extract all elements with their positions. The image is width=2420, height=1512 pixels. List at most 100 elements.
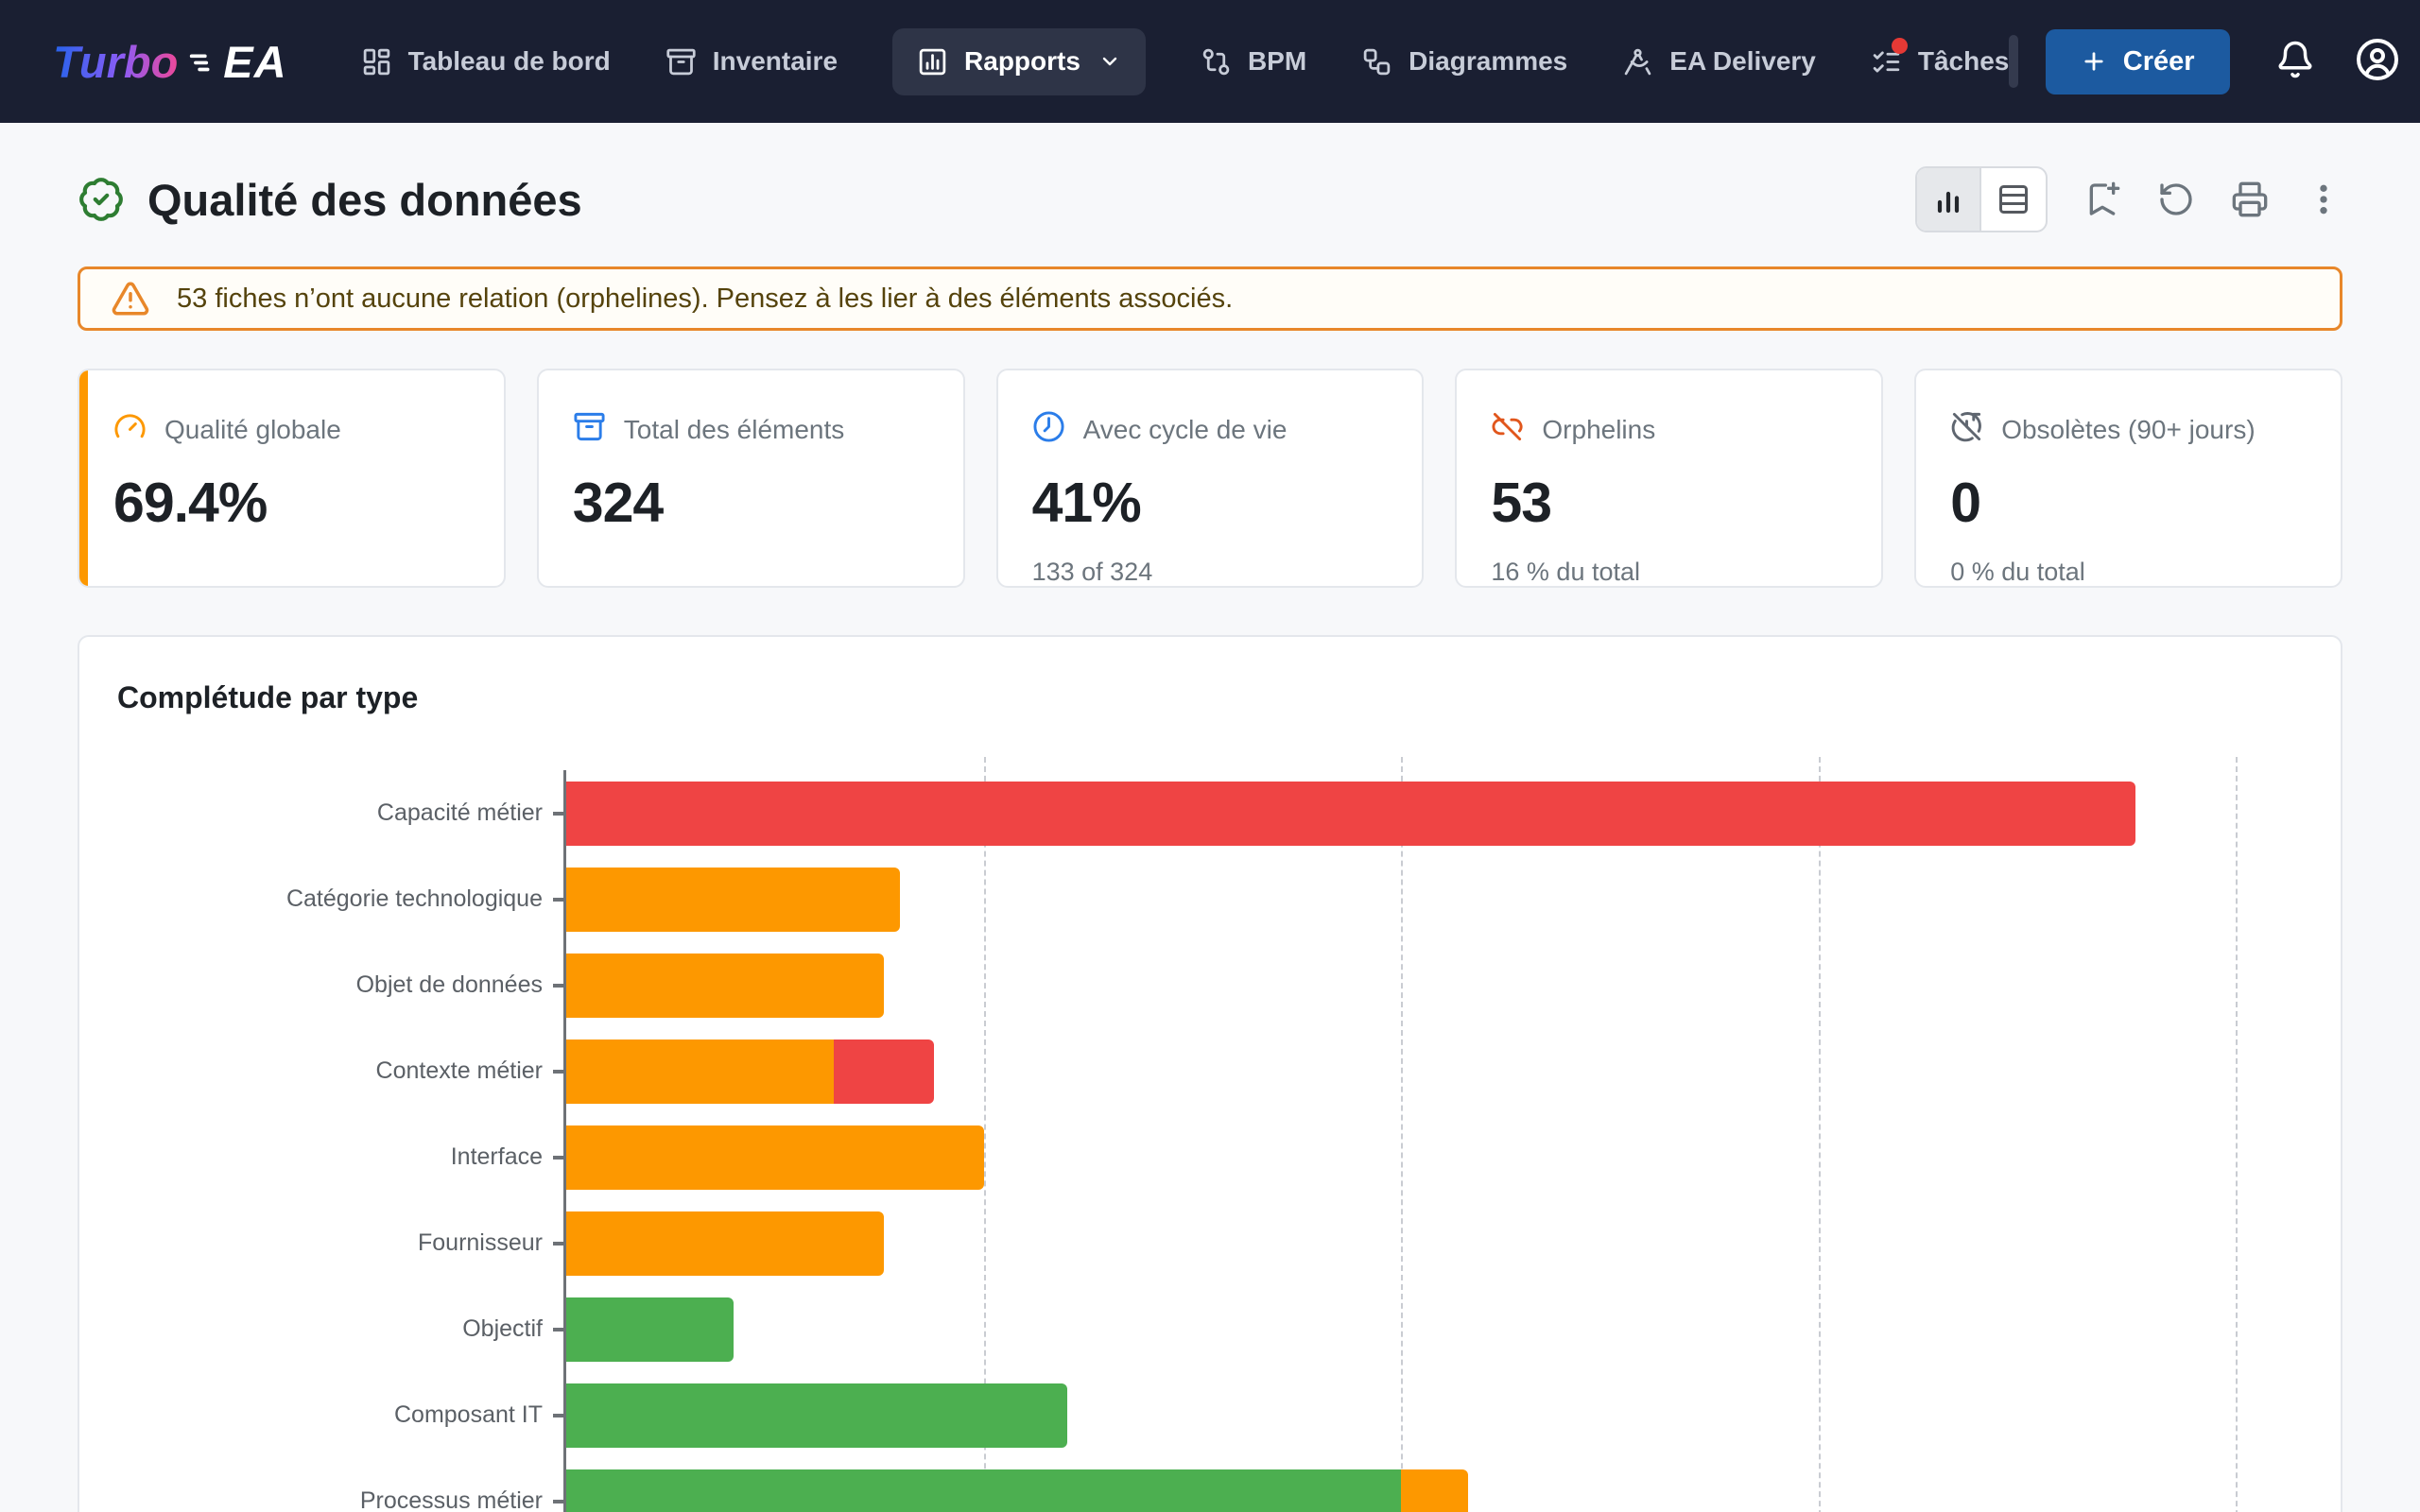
nav-item-taches[interactable]: Tâches [1871,46,2010,77]
completeness-chart-card: Complétude par type Capacité métierCatég… [78,635,2342,1512]
git-compare-icon [1201,46,1232,77]
stat-card-avec-cycle-de-vie: Avec cycle de vie 41% 133 of 324 [996,369,1425,588]
badge-check-icon [78,176,125,223]
navbar-right-cluster: C Créer [2009,29,2399,94]
chart-plot-area [563,770,2303,1512]
nav-item-rapports[interactable]: Rapports [892,28,1146,95]
bar-segment-faible[interactable] [834,1040,934,1104]
bar-segment-bon[interactable] [566,1383,1067,1448]
bar-segment-bon[interactable] [566,1469,1401,1512]
chart-row [566,1114,2303,1200]
nav-item-diagrammes[interactable]: Diagrammes [1361,46,1567,77]
view-toggle [1915,166,2048,232]
top-navbar: Turbo EA Tableau de bord Inventaire Rapp… [0,0,2420,123]
stat-value: 0 [1950,471,2307,535]
bar-chart-icon [1931,182,1965,216]
chart-category-label: Processus métier [117,1458,563,1512]
chart-row [566,1372,2303,1458]
create-button-label: Créer [2123,46,2195,77]
chevron-down-icon [1098,50,1121,73]
stat-value: 53 [1491,471,1847,535]
clock-icon [1032,410,1065,450]
stat-card-total-elements: Total des éléments 324 [537,369,965,588]
nav-label: Tableau de bord [408,46,611,77]
table-rows-icon [1996,182,2031,216]
warning-banner: 53 fiches n’ont aucune relation (orpheli… [78,266,2342,331]
stat-value: 69.4% [113,471,470,535]
printer-icon[interactable] [2231,180,2269,218]
triangle-alert-icon [111,279,150,318]
chart-title: Complétude par type [117,680,2303,715]
nav-label: EA Delivery [1669,46,1816,77]
stat-label: Avec cycle de vie [1083,415,1288,445]
chart-category-label: Capacité métier [117,770,563,856]
page-content: Qualité des données [0,166,2420,1512]
page-toolbar [1915,166,2342,232]
chart-row [566,1200,2303,1286]
plus-icon [2081,48,2107,75]
page-header: Qualité des données [78,166,2342,232]
bar-segment-moyen[interactable] [566,1040,834,1104]
bar-segment-moyen[interactable] [566,1211,884,1276]
bar-segment-moyen[interactable] [566,954,884,1018]
stat-card-qualite-globale: Qualité globale 69.4% [78,369,506,588]
nav-label: Tâches [1918,46,2010,77]
bar-segment-moyen[interactable] [566,1125,984,1190]
stat-value: 324 [573,471,929,535]
nav-item-ea-delivery[interactable]: EA Delivery [1622,46,1816,77]
stat-label: Qualité globale [164,415,341,445]
chart-row [566,942,2303,1028]
bar-segment-bon[interactable] [566,1297,734,1362]
page-title: Qualité des données [147,174,582,226]
logo-turbo-text: Turbo [53,36,178,88]
chart-category-label: Composant IT [117,1372,563,1458]
stat-card-obsoletes: Obsolètes (90+ jours) 0 0 % du total [1914,369,2342,588]
nav-item-tableau-de-bord[interactable]: Tableau de bord [361,46,611,77]
chart-category-label: Objectif [117,1286,563,1372]
refresh-rotate-ccw-icon[interactable] [2157,180,2195,218]
bar-segment-moyen[interactable] [1401,1469,1468,1512]
app-logo[interactable]: Turbo EA [53,36,287,88]
stat-label: Orphelins [1542,415,1655,445]
stat-subtitle: 0 % du total [1950,558,2307,587]
unlink-icon [1491,410,1524,450]
nav-label: Diagrammes [1409,46,1567,77]
nav-item-inventaire[interactable]: Inventaire [666,46,838,77]
stat-value: 41% [1032,471,1389,535]
nav-item-bpm[interactable]: BPM [1201,46,1306,77]
kebab-menu-icon[interactable] [2305,180,2342,218]
bookmark-plus-icon[interactable] [2083,180,2121,218]
chart-row [566,1028,2303,1114]
chart-row [566,1286,2303,1372]
nav-label: Inventaire [713,46,838,77]
table-view-toggle[interactable] [1981,168,2046,231]
stat-cards-row: Qualité globale 69.4% Total des éléments… [78,369,2342,588]
gauge-icon [113,410,147,450]
chart-category-label: Fournisseur [117,1200,563,1286]
speed-lines-icon [183,45,221,77]
chart-category-label: Objet de données [117,942,563,1028]
chart-category-labels: Capacité métierCatégorie technologiqueOb… [117,770,563,1512]
bar-segment-faible[interactable] [566,782,2135,846]
bar-segment-moyen[interactable] [566,868,900,932]
notifications-bell-icon[interactable] [2275,40,2315,84]
stat-label: Obsolètes (90+ jours) [2001,415,2255,445]
chart-row [566,856,2303,942]
bar-chart: Capacité métierCatégorie technologiqueOb… [117,770,2303,1512]
nav-divider [2009,35,2018,88]
workflow-icon [1361,46,1392,77]
warning-banner-text: 53 fiches n’ont aucune relation (orpheli… [177,284,1233,315]
stat-card-orphelins: Orphelins 53 16 % du total [1455,369,1883,588]
clock-off-icon [1950,410,1983,450]
stat-label: Total des éléments [624,415,844,445]
nav-label: BPM [1248,46,1306,77]
archive-icon [666,46,697,77]
chart-view-toggle[interactable] [1917,168,1981,231]
drafting-compass-icon [1622,46,1653,77]
nav-label: Rapports [964,46,1080,77]
user-avatar-icon[interactable] [2355,37,2400,87]
chart-category-label: Interface [117,1114,563,1200]
create-button[interactable]: Créer [2046,29,2230,94]
stat-subtitle: 16 % du total [1491,558,1847,587]
chart-row [566,1458,2303,1512]
